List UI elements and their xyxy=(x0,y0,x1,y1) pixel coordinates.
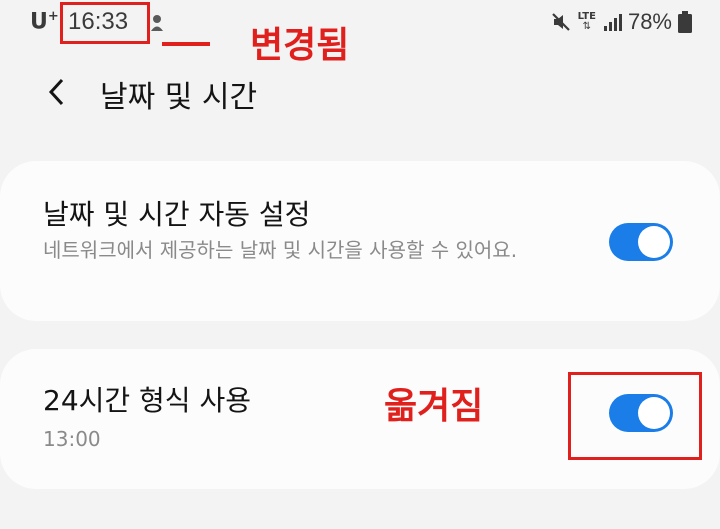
page-title: 날짜 및 시간 xyxy=(100,80,258,115)
back-button[interactable] xyxy=(36,72,76,112)
toggle-knob xyxy=(638,226,670,258)
person-status-icon xyxy=(151,15,163,31)
annotation-toggle-box xyxy=(568,372,702,460)
lte-indicator: LTE ⇅ xyxy=(577,11,596,32)
annotation-moved-label: 옮겨짐 xyxy=(384,386,484,427)
carrier-label: U+ xyxy=(30,9,59,35)
battery-icon xyxy=(678,11,692,33)
page-header: 날짜 및 시간 xyxy=(0,62,720,122)
annotation-clock-box xyxy=(60,2,150,44)
battery-percent: 78% xyxy=(627,9,672,34)
auto-datetime-description: 네트워크에서 제공하는 날짜 및 시간을 사용할 수 있어요. xyxy=(43,238,518,262)
signal-icon xyxy=(603,14,622,31)
annotation-dash xyxy=(162,42,210,46)
annotation-changed-label: 변경됨 xyxy=(250,25,350,66)
mute-icon xyxy=(551,13,570,31)
auto-datetime-setting[interactable]: 날짜 및 시간 자동 설정 네트워크에서 제공하는 날짜 및 시간을 사용할 수… xyxy=(0,161,720,321)
auto-datetime-title: 날짜 및 시간 자동 설정 xyxy=(43,198,311,231)
auto-datetime-toggle[interactable] xyxy=(609,223,673,261)
chevron-left-icon xyxy=(48,78,64,106)
format-24h-title: 24시간 형식 사용 xyxy=(43,384,251,417)
